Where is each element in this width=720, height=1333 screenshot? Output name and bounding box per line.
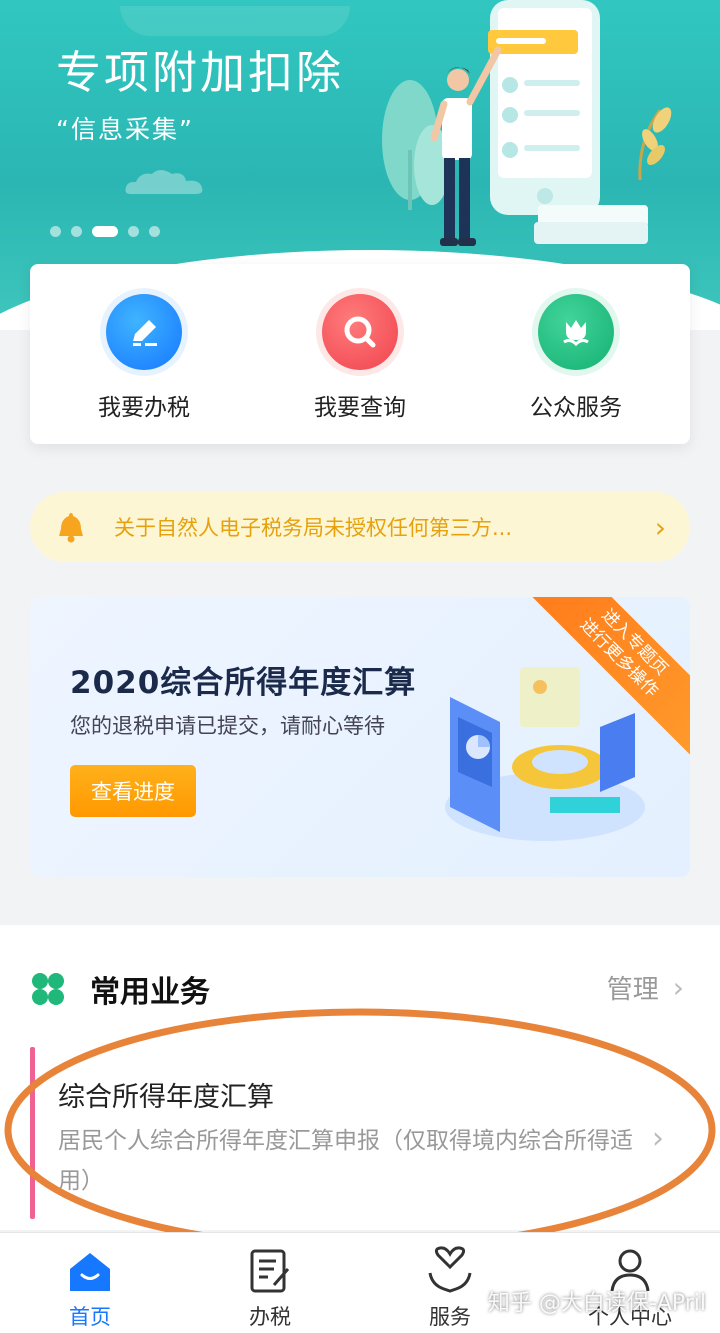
carousel-dot[interactable]	[71, 226, 82, 237]
clover-icon	[32, 973, 64, 1005]
business-item-annual-settlement[interactable]: 综合所得年度汇算 居民个人综合所得年度汇算申报（仅取得境内综合所得适用） ›	[30, 1047, 690, 1219]
notice-bar[interactable]: 关于自然人电子税务局未授权任何第三方... ›	[30, 492, 690, 562]
item-accent-bar	[30, 1047, 35, 1219]
manage-label: 管理	[606, 975, 659, 1005]
quick-actions-card: 我要办税 我要查询 公众服务	[30, 264, 690, 444]
promo-subtitle: 您的退税申请已提交，请耐心等待	[70, 714, 385, 738]
quick-action-tax[interactable]: 我要办税	[84, 294, 204, 444]
section-title: 常用业务	[90, 975, 210, 1010]
document-edit-icon	[250, 1249, 290, 1293]
business-item-title: 综合所得年度汇算	[58, 1082, 274, 1113]
tulip-icon	[538, 294, 614, 370]
tab-label: 服务	[429, 1305, 471, 1329]
manage-button[interactable]: 管理 ›	[607, 969, 684, 1006]
banner-title: 专项附加扣除	[56, 46, 345, 99]
quick-action-public-service[interactable]: 公众服务	[516, 294, 636, 444]
chevron-right-icon: ›	[652, 1121, 664, 1156]
quick-action-query[interactable]: 我要查询	[300, 294, 420, 444]
chevron-right-icon: ›	[654, 510, 666, 544]
banner-decoration	[120, 6, 350, 36]
annual-settlement-card[interactable]: 2020综合所得年度汇算 您的退税申请已提交，请耐心等待 查看进度 进入专题页 …	[30, 597, 690, 877]
tab-home[interactable]: 首页	[0, 1233, 180, 1333]
carousel-dot-active[interactable]	[92, 226, 118, 237]
carousel-indicator[interactable]	[50, 226, 160, 237]
watermark: 知乎 @大白读保-APril	[487, 1291, 706, 1316]
quick-action-label: 我要查询	[314, 395, 406, 421]
section-header: 常用业务	[30, 967, 210, 1011]
common-business-section: 常用业务 管理 › 综合所得年度汇算 居民个人综合所得年度汇算申报（仅取得境内综…	[0, 925, 720, 1230]
carousel-dot[interactable]	[149, 226, 160, 237]
carousel-dot[interactable]	[50, 226, 61, 237]
cloud-icon	[125, 170, 203, 194]
bell-icon	[59, 513, 83, 543]
tab-tax[interactable]: 办税	[180, 1233, 360, 1333]
notice-text: 关于自然人电子税务局未授权任何第三方...	[114, 516, 513, 540]
business-item-desc: 居民个人综合所得年度汇算申报（仅取得境内综合所得适用）	[58, 1128, 633, 1194]
carousel-dot[interactable]	[128, 226, 139, 237]
home-icon	[70, 1253, 110, 1291]
bottom-tab-bar: 首页 办税 服务 个人中心 知乎 @大白读保-APril	[0, 1232, 720, 1333]
view-progress-button[interactable]: 查看进度	[70, 765, 196, 817]
quick-action-label: 公众服务	[530, 395, 622, 421]
phone-person-illustration	[382, 0, 672, 246]
tab-personal-center[interactable]: 个人中心	[540, 1233, 720, 1333]
chevron-right-icon: ›	[672, 971, 684, 1004]
quick-action-label: 我要办税	[98, 395, 190, 421]
search-icon	[322, 294, 398, 370]
tab-service[interactable]: 服务	[360, 1233, 540, 1333]
tab-label: 首页	[69, 1305, 111, 1329]
heart-hands-icon	[428, 1246, 472, 1293]
pencil-icon	[106, 294, 182, 370]
tab-label: 办税	[249, 1305, 291, 1329]
banner-subtitle: “信息采集”	[56, 115, 194, 144]
promo-title: 2020综合所得年度汇算	[70, 665, 417, 701]
